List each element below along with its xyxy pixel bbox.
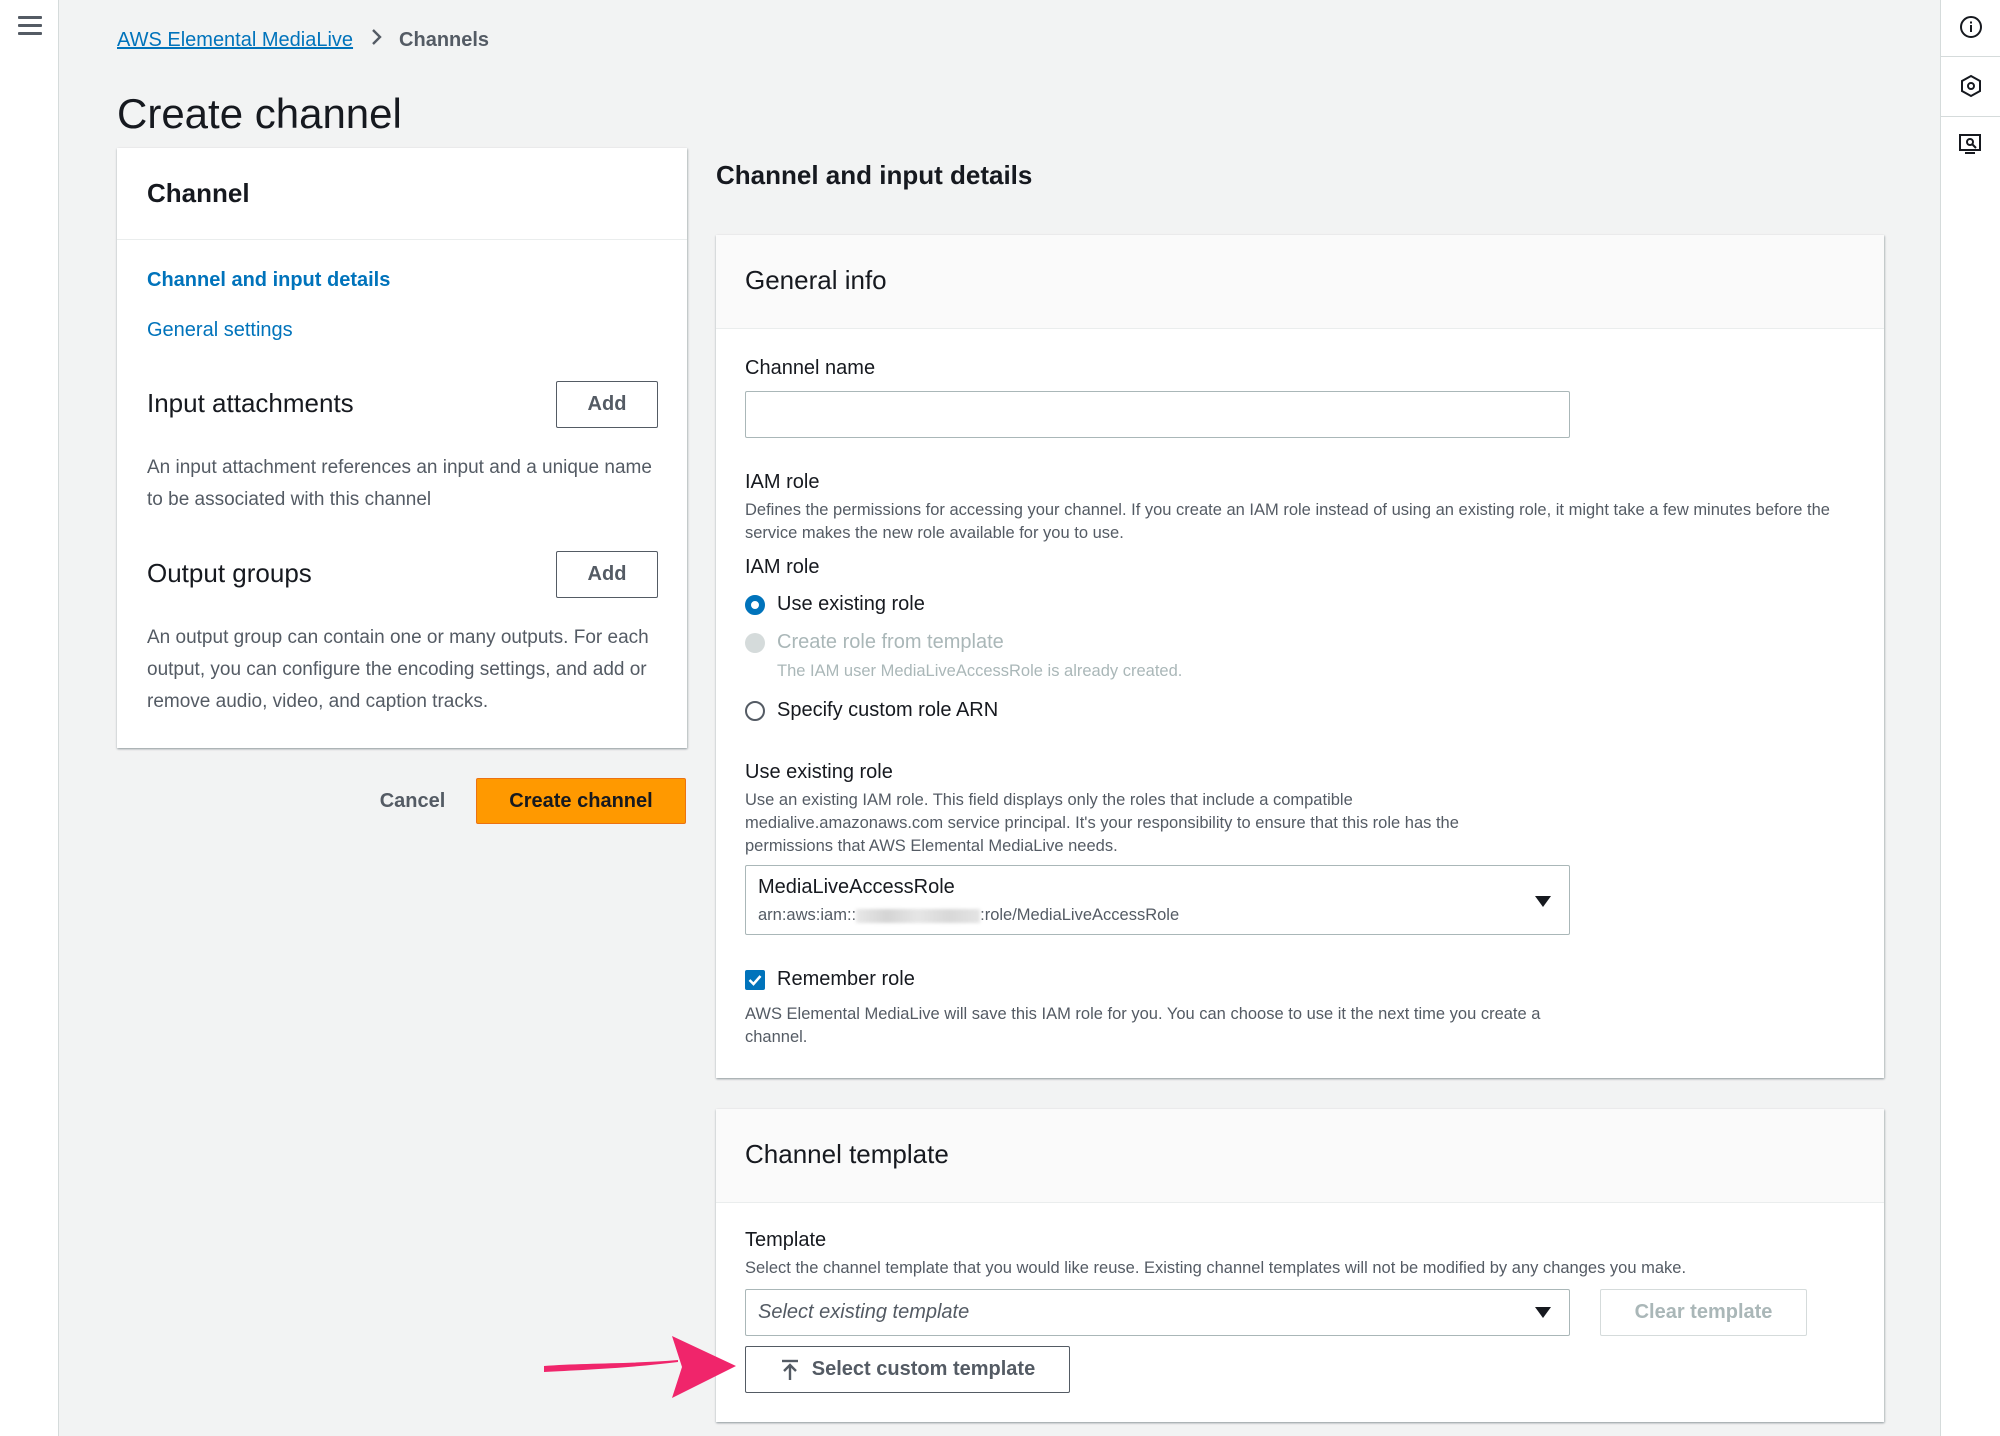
template-select-placeholder: Select existing template <box>758 1301 970 1323</box>
create-channel-button[interactable]: Create channel <box>476 778 686 824</box>
upload-icon <box>780 1359 800 1381</box>
breadcrumb-current: Channels <box>399 28 490 51</box>
redacted-account-id <box>856 908 981 923</box>
channel-template-title: Channel template <box>716 1109 1884 1203</box>
iam-role-group-label: IAM role <box>745 556 820 578</box>
input-attachments-title: Input attachments <box>147 388 354 418</box>
page-title: Create channel <box>117 90 402 137</box>
radio-specify-custom-arn[interactable]: Specify custom role ARN <box>745 699 998 722</box>
output-groups-title: Output groups <box>147 558 312 588</box>
role-select-value: MediaLiveAccessRole <box>758 876 955 898</box>
radio-checked-icon <box>745 594 765 615</box>
feedback-icon[interactable] <box>1956 130 1986 160</box>
channel-name-label: Channel name <box>745 357 876 379</box>
add-output-group-button[interactable]: Add <box>556 551 658 598</box>
caret-down-icon <box>1535 896 1551 907</box>
section-heading: Channel and input details <box>716 160 1033 190</box>
role-arn-prefix: arn:aws:iam:: <box>758 906 857 924</box>
info-icon[interactable] <box>1956 12 1986 42</box>
template-label: Template <box>745 1229 827 1251</box>
radio-use-existing-role[interactable]: Use existing role <box>745 593 925 616</box>
remember-role-label: Remember role <box>777 968 915 990</box>
remember-role-description: AWS Elemental MediaLive will save this I… <box>745 1005 1541 1046</box>
nav-link-general-settings[interactable]: General settings <box>147 319 293 342</box>
clear-template-button[interactable]: Clear template <box>1600 1289 1807 1336</box>
radio-sublabel: The IAM user MediaLiveAccessRole is alre… <box>777 662 1183 680</box>
menu-icon[interactable] <box>18 16 42 36</box>
select-custom-template-button[interactable]: Select custom template <box>745 1346 1070 1393</box>
radio-label: Specify custom role ARN <box>777 699 999 721</box>
right-rail <box>1940 0 2000 1436</box>
settings-hexagon-icon[interactable] <box>1956 71 1986 101</box>
radio-unchecked-icon <box>745 700 765 721</box>
cancel-button[interactable]: Cancel <box>360 778 465 824</box>
input-attachments-description: An input attachment references an input … <box>147 457 652 510</box>
annotation-arrow <box>544 1336 736 1398</box>
role-arn: arn:aws:iam:::role/MediaLiveAccessRole <box>758 906 1179 925</box>
use-existing-role-label: Use existing role <box>745 761 893 783</box>
channel-template-card: Channel template Template Select the cha… <box>716 1109 1884 1422</box>
radio-disabled-icon <box>745 632 765 653</box>
template-select[interactable]: Select existing template <box>745 1289 1570 1336</box>
breadcrumb-medialive-link[interactable]: AWS Elemental MediaLive <box>117 29 353 52</box>
checkmark-icon <box>745 969 765 990</box>
iam-role-description: Defines the permissions for accessing yo… <box>745 501 1830 542</box>
nav-link-channel-input-details[interactable]: Channel and input details <box>147 269 390 292</box>
channel-name-input[interactable] <box>745 391 1570 438</box>
output-groups-description: An output group can contain one or many … <box>147 627 649 712</box>
caret-down-icon <box>1535 1307 1551 1318</box>
add-input-attachment-button[interactable]: Add <box>556 381 658 428</box>
left-rail <box>0 0 59 1436</box>
nav-card-title: Channel <box>117 148 687 240</box>
iam-role-label: IAM role <box>745 471 820 493</box>
general-info-card: General info Channel name IAM role Defin… <box>716 235 1884 1078</box>
radio-create-role-from-template: Create role from template <box>745 631 1004 654</box>
role-select[interactable]: MediaLiveAccessRole arn:aws:iam:::role/M… <box>745 865 1570 935</box>
chevron-right-icon <box>371 28 383 52</box>
breadcrumb: AWS Elemental MediaLive Channels <box>117 28 489 52</box>
role-arn-suffix: :role/MediaLiveAccessRole <box>980 906 1180 924</box>
radio-label: Create role from template <box>777 631 1004 653</box>
remember-role-checkbox[interactable]: Remember role <box>745 968 915 991</box>
general-info-title: General info <box>716 235 1884 329</box>
select-custom-template-label: Select custom template <box>811 1358 1036 1380</box>
use-existing-role-description: Use an existing IAM role. This field dis… <box>745 791 1459 855</box>
channel-nav-card: Channel Channel and input details Genera… <box>117 148 687 748</box>
radio-label: Use existing role <box>777 593 925 615</box>
template-description: Select the channel template that you wou… <box>745 1259 1687 1277</box>
